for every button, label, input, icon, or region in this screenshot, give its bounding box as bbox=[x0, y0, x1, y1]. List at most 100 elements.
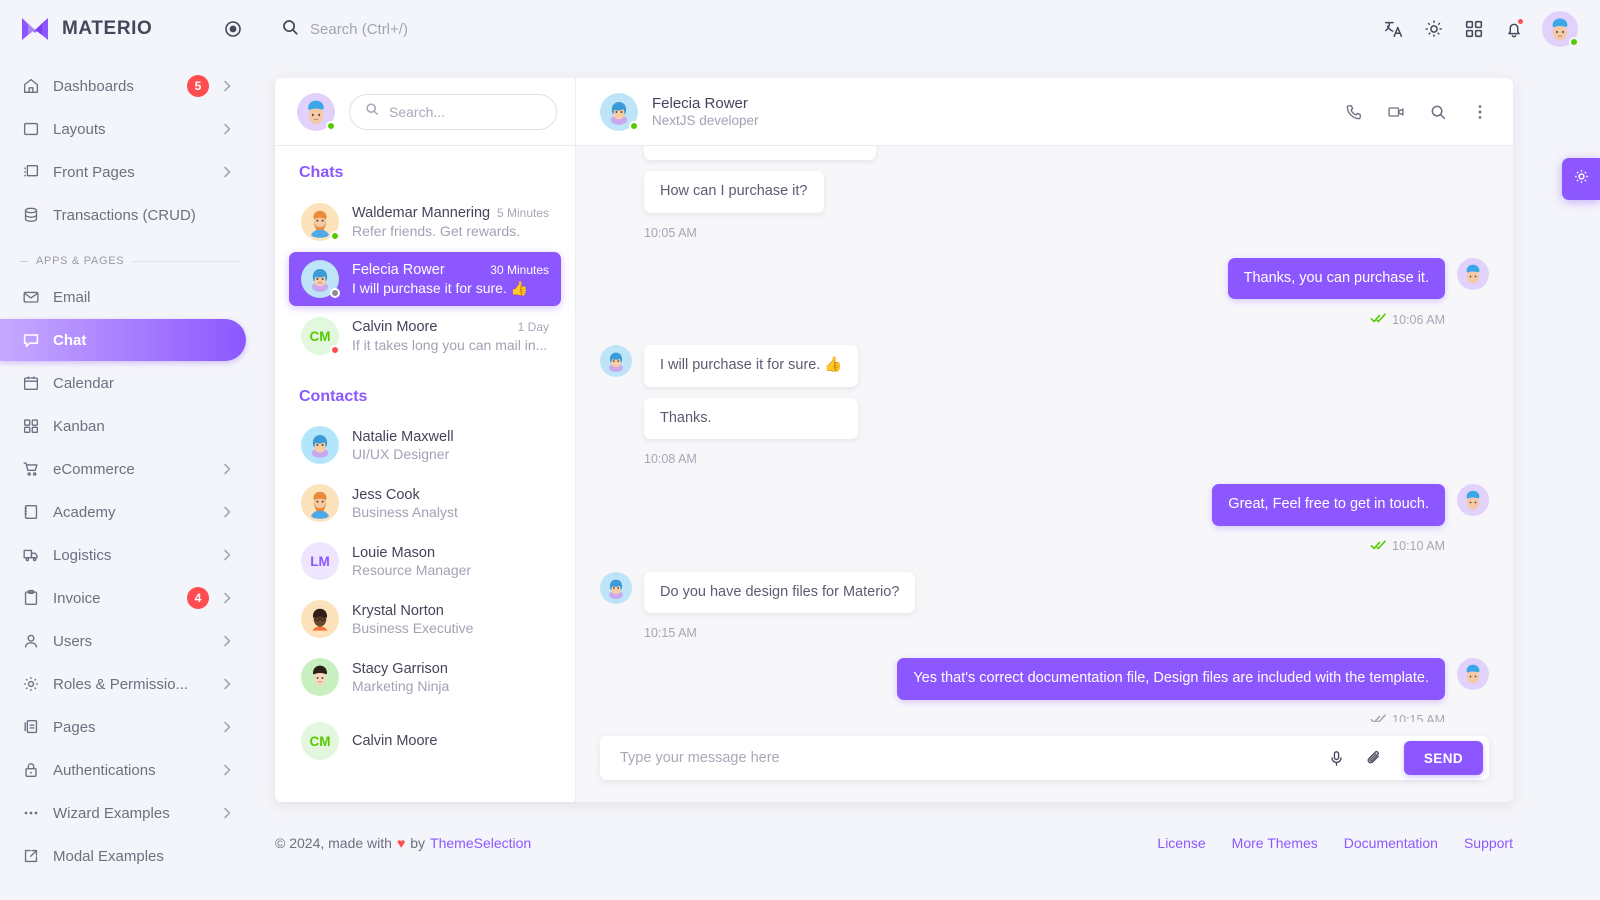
message-input[interactable]: Type your message here bbox=[620, 750, 1310, 766]
topbar-icons bbox=[1382, 11, 1579, 47]
bell-icon[interactable] bbox=[1502, 17, 1526, 41]
user-avatar[interactable] bbox=[1542, 11, 1579, 47]
message-bubbles: How can I purchase it? 10:05 AM bbox=[644, 146, 876, 240]
more-vertical-icon[interactable] bbox=[1469, 101, 1491, 123]
heart-icon: ♥ bbox=[396, 835, 406, 851]
sidebar-item-label: Chat bbox=[53, 331, 87, 349]
search-icon[interactable] bbox=[1427, 101, 1449, 123]
contact-name: Louie Mason bbox=[352, 544, 436, 561]
message-bubble: Thanks, you can purchase it. bbox=[1227, 257, 1445, 300]
contact-list-item[interactable]: Stacy Garrison Marketing Ninja bbox=[289, 648, 561, 706]
contact-role: Resource Manager bbox=[352, 561, 472, 578]
footer-author-link[interactable]: ThemeSelection bbox=[430, 835, 531, 851]
contact-role: UI/UX Designer bbox=[352, 445, 450, 462]
sidebar-item-modal-examples[interactable]: Modal Examples bbox=[0, 835, 246, 877]
sidebar-badge: 4 bbox=[187, 587, 209, 609]
message-list[interactable]: How can I purchase it? 10:05 AM Thanks, … bbox=[576, 146, 1513, 722]
pin-radio-icon[interactable] bbox=[224, 20, 242, 38]
message-group: I will purchase it for sure. 👍 Thanks. 1… bbox=[600, 345, 1489, 466]
sidebar-item-chat[interactable]: Chat bbox=[0, 319, 246, 361]
sidebar-item-front-pages[interactable]: Front Pages bbox=[0, 151, 246, 193]
sidebar-item-academy[interactable]: Academy bbox=[0, 491, 246, 533]
message-timestamp: 10:05 AM bbox=[644, 226, 876, 240]
message-time: 10:10 AM bbox=[1392, 539, 1445, 554]
contact-list-item[interactable]: Natalie Maxwell UI/UX Designer bbox=[289, 416, 561, 474]
database-icon bbox=[20, 204, 42, 226]
sidebar-item-authentications[interactable]: Authentications bbox=[0, 749, 246, 791]
chat-item-meta: Felecia Rower 30 Minutes I will purchase… bbox=[352, 262, 549, 297]
message-group: Do you have design files for Materio? 10… bbox=[600, 571, 1489, 640]
sidebar-item-ecommerce[interactable]: eCommerce bbox=[0, 448, 246, 490]
sidebar-item-roles-permissions[interactable]: Roles & Permissio... bbox=[0, 663, 246, 705]
sidebar-logo[interactable]: MATERIO bbox=[0, 0, 260, 58]
chat-search-input[interactable]: Search... bbox=[349, 93, 557, 130]
avatar bbox=[301, 658, 339, 696]
sidebar-item-kanban[interactable]: Kanban bbox=[0, 405, 246, 447]
footer-link-support[interactable]: Support bbox=[1464, 835, 1513, 851]
contact-list-item[interactable]: CM Calvin Moore bbox=[289, 712, 561, 770]
message-bubbles: Great, Feel free to get in touch. 10:10 … bbox=[1212, 484, 1445, 554]
sidebar-item-calendar[interactable]: Calendar bbox=[0, 362, 246, 404]
settings-fab-button[interactable] bbox=[1562, 158, 1600, 200]
chat-item-time: 1 Day bbox=[517, 320, 549, 334]
message-avatar bbox=[1457, 658, 1489, 691]
footer-link-more-themes[interactable]: More Themes bbox=[1232, 835, 1318, 851]
current-user-avatar[interactable] bbox=[297, 92, 336, 131]
conversation-avatar[interactable] bbox=[600, 92, 639, 131]
phone-icon[interactable] bbox=[1343, 101, 1365, 123]
sidebar-item-transactions[interactable]: Transactions (CRUD) bbox=[0, 194, 246, 236]
chat-item-name: Calvin Moore bbox=[352, 319, 438, 335]
sidebar-item-logistics[interactable]: Logistics bbox=[0, 534, 246, 576]
sidebar-item-wizard-examples[interactable]: Wizard Examples bbox=[0, 792, 246, 834]
footer-link-documentation[interactable]: Documentation bbox=[1344, 835, 1438, 851]
contact-list-item[interactable]: Jess Cook Business Analyst bbox=[289, 474, 561, 532]
chat-item-preview: Refer friends. Get rewards. bbox=[352, 223, 521, 239]
chat-list-panel: Search... Chats Waldemar Mannering 5 Min… bbox=[275, 78, 576, 802]
translate-icon[interactable] bbox=[1382, 17, 1406, 41]
avatar-initials: LM bbox=[301, 542, 339, 580]
footer-link-license[interactable]: License bbox=[1157, 835, 1205, 851]
sidebar-item-users[interactable]: Users bbox=[0, 620, 246, 662]
global-search[interactable]: Search (Ctrl+/) bbox=[280, 17, 1382, 42]
message-bubble: I will purchase it for sure. 👍 bbox=[644, 345, 859, 387]
search-icon bbox=[364, 101, 380, 122]
chat-list-item-active[interactable]: Felecia Rower 30 Minutes I will purchase… bbox=[289, 252, 561, 306]
chat-item-meta: Waldemar Mannering 5 Minutes Refer frien… bbox=[352, 205, 549, 239]
sidebar-item-layouts[interactable]: Layouts bbox=[0, 108, 246, 150]
chat-item-name: Waldemar Mannering bbox=[352, 205, 491, 221]
sidebar-item-pages[interactable]: Pages bbox=[0, 706, 246, 748]
grid-apps-icon[interactable] bbox=[1462, 17, 1486, 41]
conversation-identity: Felecia Rower NextJS developer bbox=[652, 95, 759, 128]
conversation-actions bbox=[1343, 101, 1491, 123]
contact-list-item[interactable]: Krystal Norton Business Executive bbox=[289, 590, 561, 648]
chevron-right-icon bbox=[220, 548, 234, 562]
sun-icon[interactable] bbox=[1422, 17, 1446, 41]
contact-list-item[interactable]: LM Louie Mason Resource Manager bbox=[289, 532, 561, 590]
message-timestamp: 10:08 AM bbox=[644, 452, 858, 466]
message-group: How can I purchase it? 10:05 AM bbox=[600, 146, 1489, 240]
contact-name: Calvin Moore bbox=[352, 733, 438, 749]
send-button[interactable]: SEND bbox=[1403, 741, 1483, 775]
seen-check-icon bbox=[1370, 312, 1387, 327]
chevron-right-icon bbox=[220, 634, 234, 648]
chat-list-scroll[interactable]: Chats Waldemar Mannering 5 Minutes Refer… bbox=[275, 146, 575, 802]
sidebar-item-invoice[interactable]: Invoice 4 bbox=[0, 577, 246, 619]
sidebar-item-label: Layouts bbox=[53, 120, 106, 138]
contacts-section-title: Contacts bbox=[299, 388, 368, 405]
message-bubble: Yes that's correct documentation file, D… bbox=[897, 658, 1445, 700]
microphone-icon[interactable] bbox=[1326, 747, 1348, 769]
chat-list-item[interactable]: CM Calvin Moore 1 Day If it takes long y… bbox=[289, 309, 561, 363]
message-bubble: Thanks. bbox=[644, 397, 858, 440]
video-icon[interactable] bbox=[1385, 101, 1407, 123]
contact-role: Business Analyst bbox=[352, 503, 458, 520]
invoice-icon bbox=[20, 587, 42, 609]
chevron-right-icon bbox=[220, 79, 234, 93]
sidebar-item-label: Pages bbox=[53, 718, 96, 736]
sidebar-item-dashboards[interactable]: Dashboards 5 bbox=[0, 65, 246, 107]
paperclip-icon[interactable] bbox=[1364, 747, 1386, 769]
sidebar-item-email[interactable]: Email bbox=[0, 276, 246, 318]
chat-icon bbox=[20, 329, 42, 351]
chat-item-meta: Calvin Moore 1 Day If it takes long you … bbox=[352, 319, 549, 353]
chat-list-item[interactable]: Waldemar Mannering 5 Minutes Refer frien… bbox=[289, 195, 561, 249]
contact-meta: Calvin Moore bbox=[352, 733, 437, 749]
